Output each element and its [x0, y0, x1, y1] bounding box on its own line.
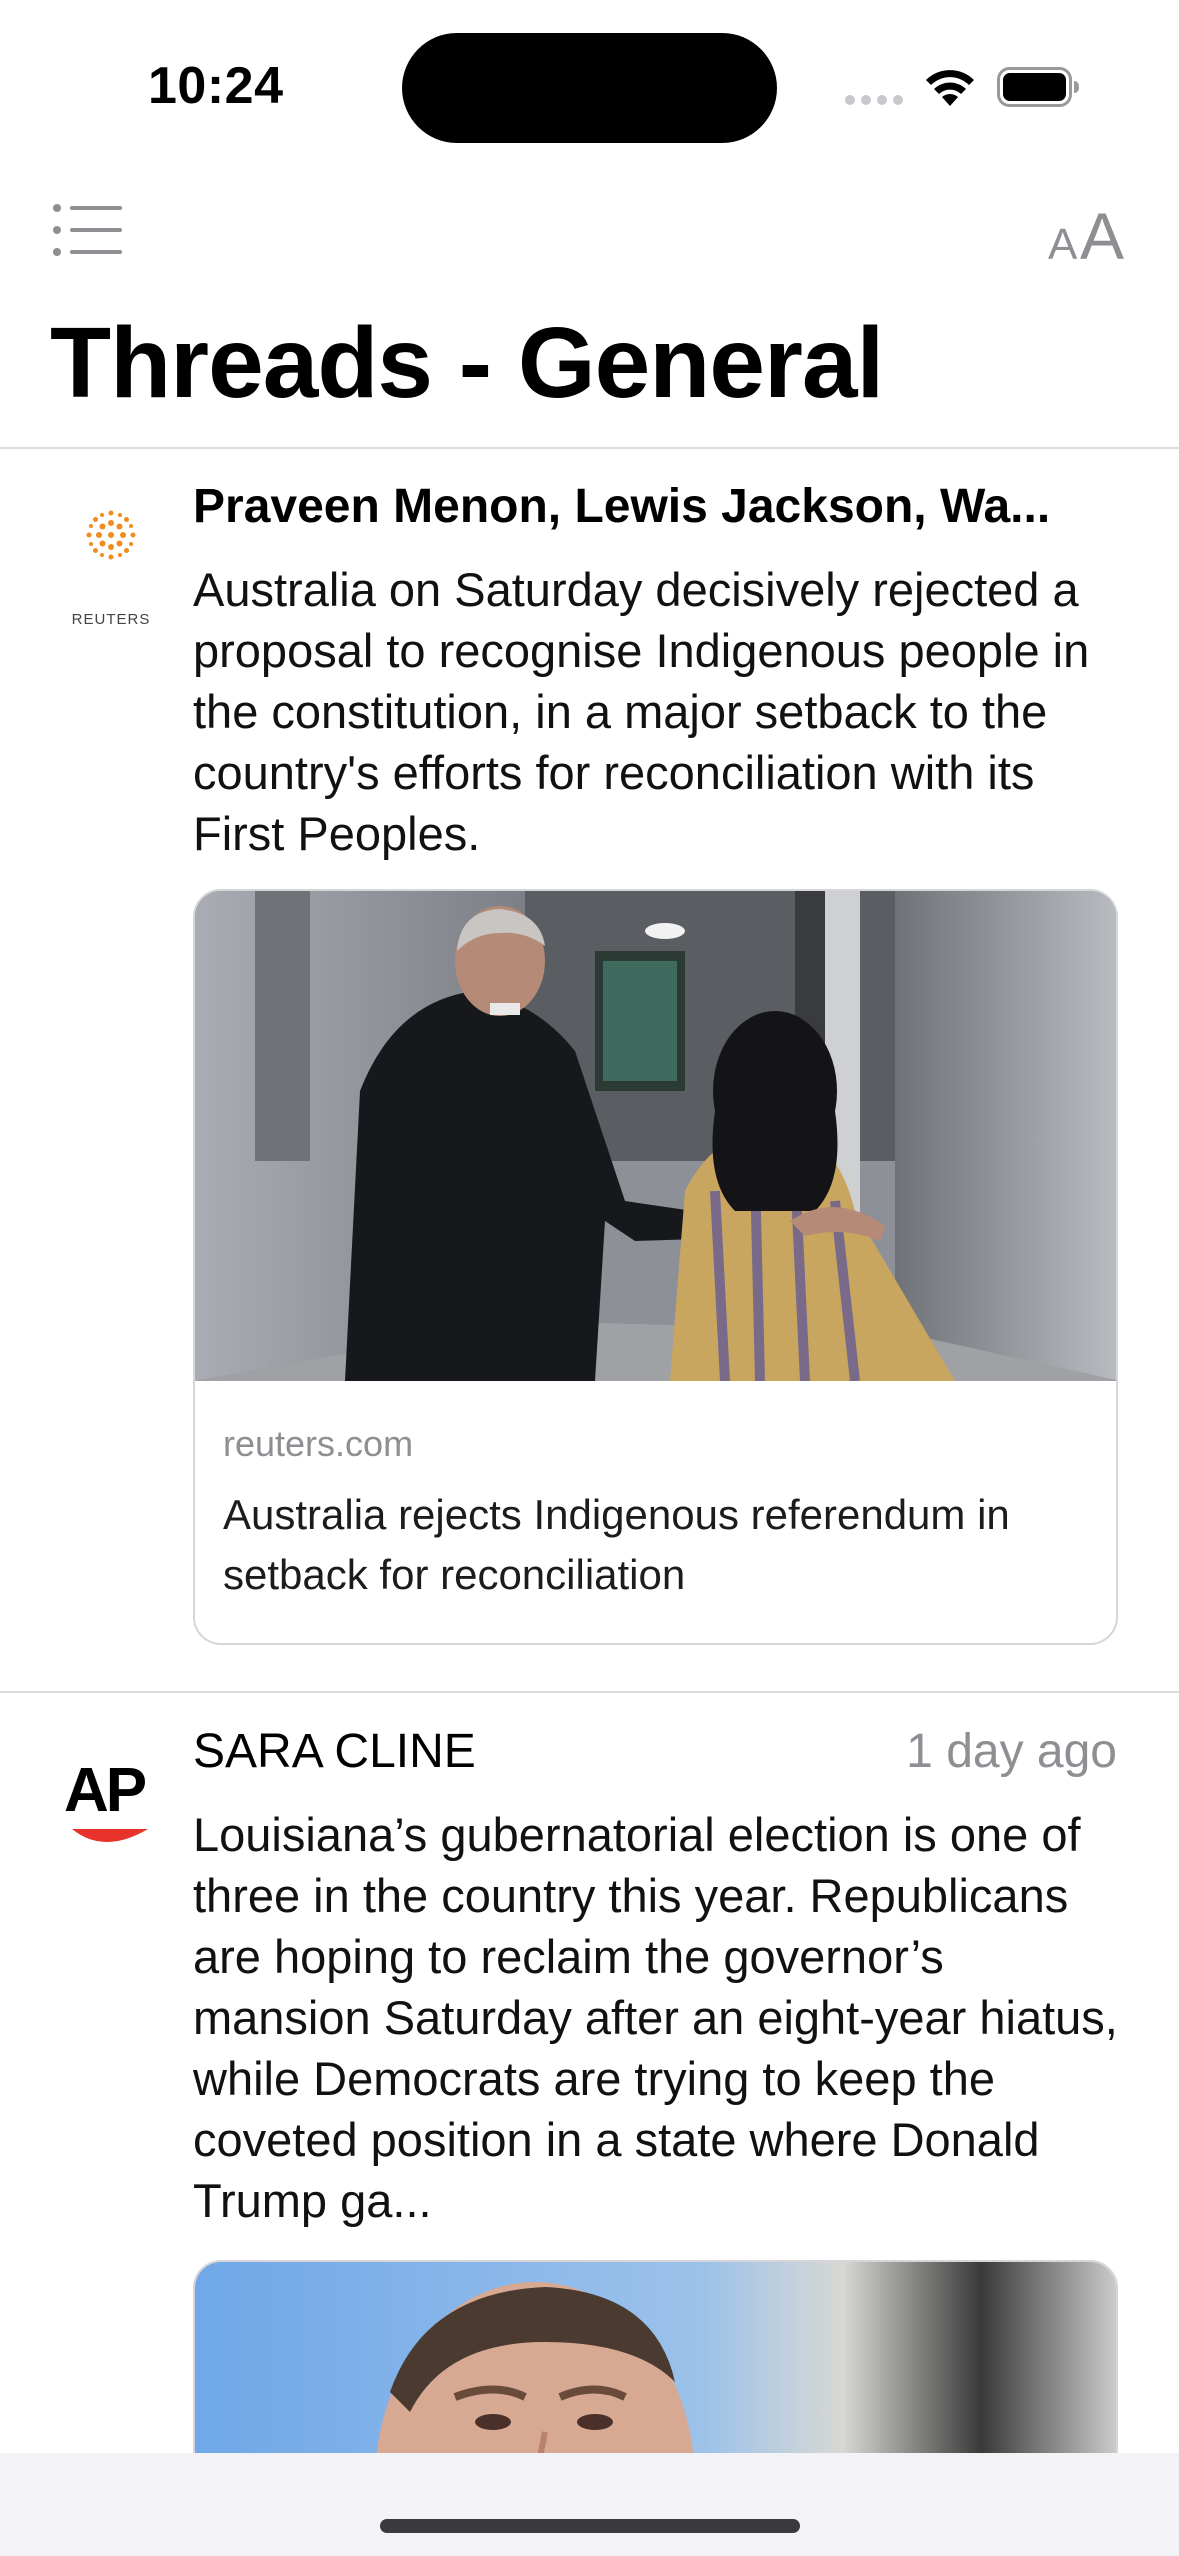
- page-title: Threads - General: [50, 307, 884, 419]
- card-domain: reuters.com: [223, 1423, 414, 1464]
- home-indicator[interactable]: [380, 2519, 800, 2533]
- ap-logo: AP: [64, 1755, 160, 1855]
- dynamic-island: [402, 33, 777, 143]
- screen: 10:24 A A Threads - General REUTERS Prav…: [0, 0, 1179, 2556]
- status-time: 10:24: [148, 57, 284, 115]
- thread-item[interactable]: REUTERS Praveen Menon, Lewis Jackson, Wa…: [0, 449, 1179, 1692]
- card-headline: Australia rejects Indigenous referendum …: [223, 1491, 1010, 1598]
- text-size-button[interactable]: A A: [1044, 190, 1130, 273]
- timestamp: 1 day ago: [906, 1725, 1117, 1778]
- item-divider: [0, 1691, 1179, 1693]
- list-menu-icon[interactable]: [52, 200, 124, 260]
- wifi-icon: [926, 70, 974, 106]
- cellular-signal-icon: [845, 95, 903, 105]
- summary-text: Australia on Saturday decisively rejecte…: [193, 563, 1090, 860]
- thread-item[interactable]: SARA CLINE 1 day ago Louisiana’s guberna…: [0, 1694, 1179, 2556]
- status-bar: 10:24: [0, 0, 1179, 170]
- bottom-bar: [0, 2453, 1179, 2556]
- article-image: [195, 891, 1116, 1381]
- author-name: Praveen Menon, Lewis Jackson, Wa...: [193, 480, 1051, 533]
- author-name: SARA CLINE: [193, 1725, 476, 1778]
- reuters-dots-icon: [86, 510, 136, 560]
- summary-text: Louisiana’s gubernatorial election is on…: [193, 1808, 1118, 2227]
- link-card[interactable]: reuters.com Australia rejects Indigenous…: [193, 889, 1118, 1645]
- text-size-small-glyph: A: [1048, 220, 1078, 269]
- reuters-logo: REUTERS: [56, 501, 166, 628]
- reuters-wordmark: REUTERS: [71, 611, 151, 628]
- ap-red-swoosh-icon: [72, 1829, 148, 1842]
- battery-icon: [997, 67, 1079, 107]
- toolbar: A A: [0, 170, 1179, 310]
- text-size-large-glyph: A: [1080, 199, 1125, 273]
